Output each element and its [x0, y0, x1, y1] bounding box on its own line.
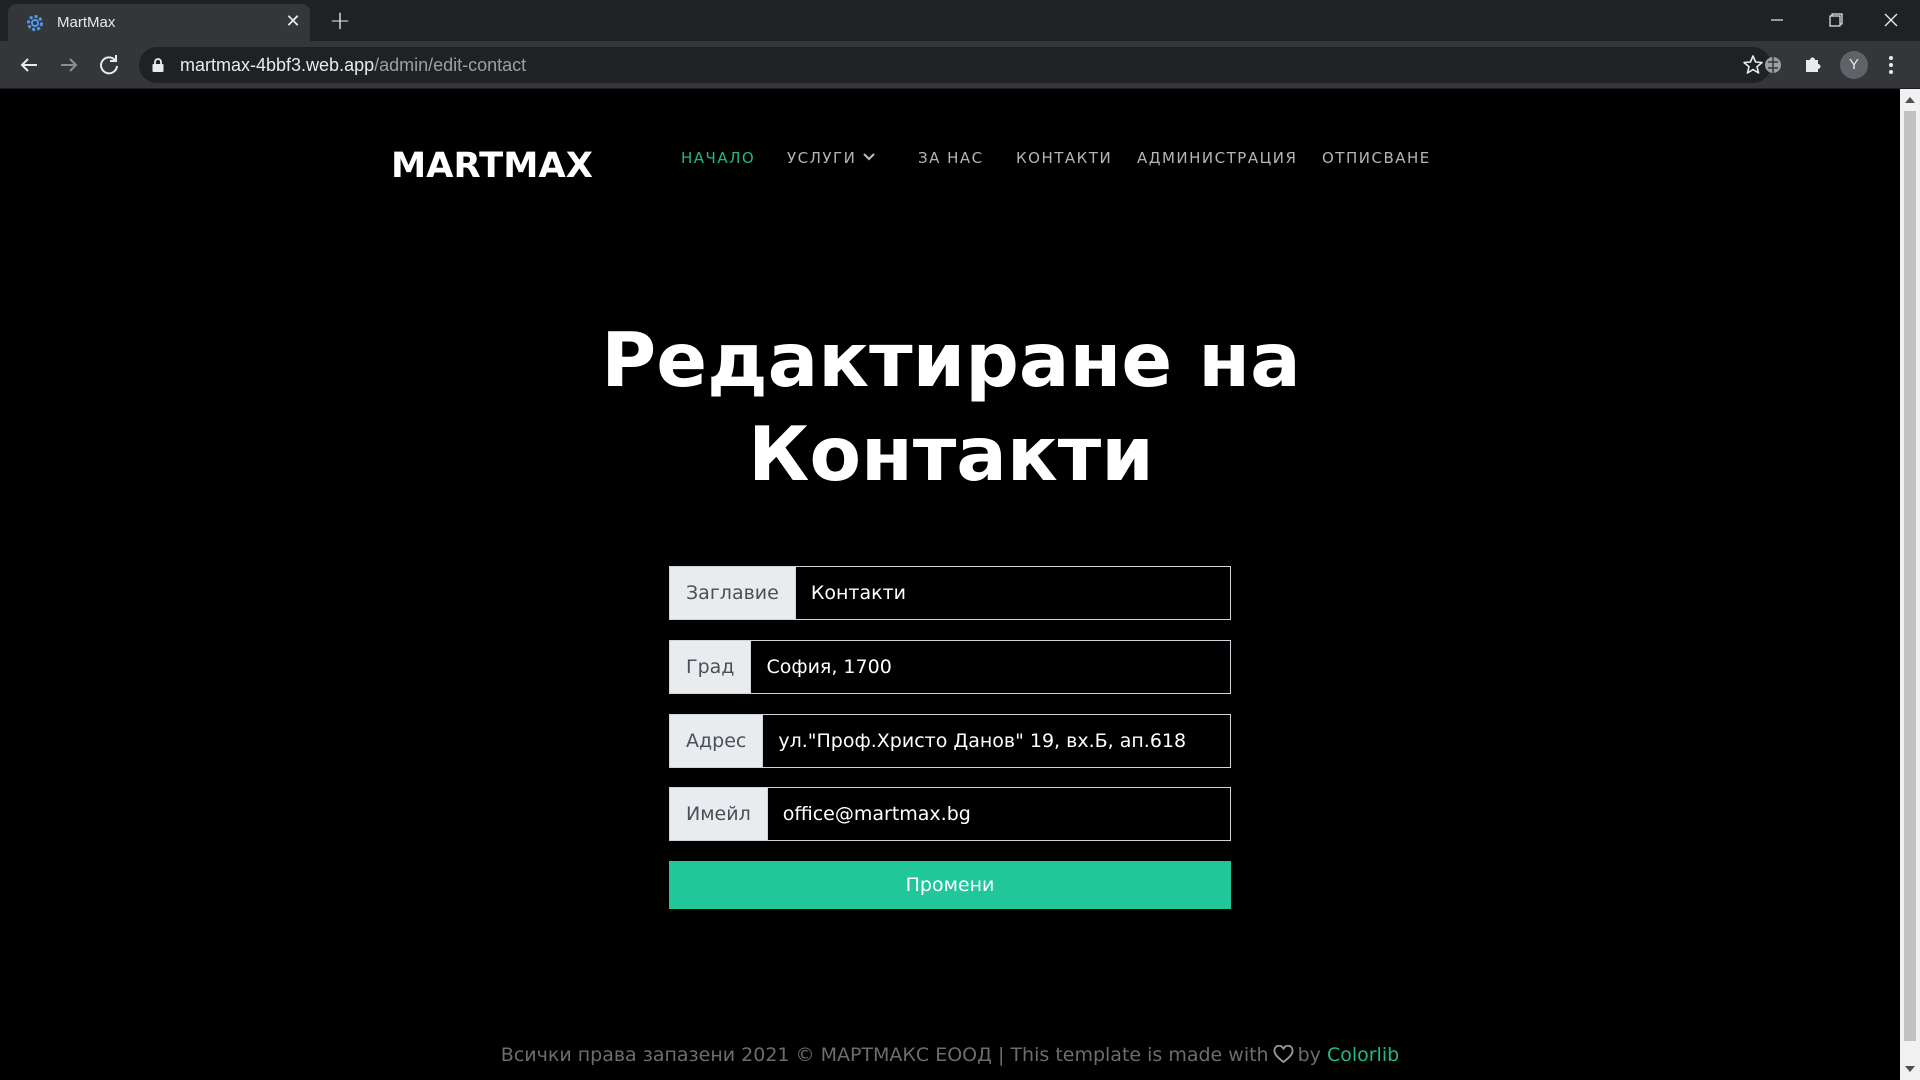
- url-text: martmax-4bbf3.web.app/admin/edit-contact: [180, 55, 526, 76]
- title-field-label: Заглавие: [670, 567, 796, 619]
- nav-admin[interactable]: АДМИНИСТРАЦИЯ: [1137, 149, 1297, 179]
- close-tab-icon[interactable]: ✕: [283, 12, 303, 32]
- gear-favicon-icon: [27, 15, 43, 31]
- browser-tab[interactable]: MartMax ✕: [8, 4, 310, 41]
- logo-text: MARTMAX: [391, 146, 593, 183]
- new-tab-icon[interactable]: +: [326, 8, 354, 36]
- address-input[interactable]: [763, 715, 1230, 767]
- city-input[interactable]: [751, 641, 1230, 693]
- lock-icon[interactable]: [151, 57, 165, 73]
- puzzle-icon[interactable]: [1799, 51, 1827, 79]
- reload-icon[interactable]: [95, 51, 123, 79]
- forward-icon[interactable]: [55, 51, 83, 79]
- browser-toolbar: martmax-4bbf3.web.app/admin/edit-contact…: [0, 41, 1920, 89]
- minimize-icon[interactable]: [1757, 6, 1797, 34]
- nav-contacts[interactable]: КОНТАКТИ: [1016, 149, 1112, 179]
- tab-title: MartMax: [57, 14, 116, 31]
- submit-button[interactable]: Промени: [669, 861, 1231, 909]
- footer: Всички права запазени 2021 © МАРТМАКС ЕО…: [0, 1044, 1900, 1066]
- url-path: /admin/edit-contact: [374, 55, 527, 75]
- extension-icon[interactable]: [1759, 51, 1787, 79]
- city-field-label: Град: [670, 641, 752, 693]
- email-input[interactable]: [767, 788, 1230, 840]
- colorlib-link[interactable]: Colorlib: [1327, 1044, 1399, 1066]
- menu-icon[interactable]: [1883, 51, 1899, 79]
- profile-avatar[interactable]: Y: [1840, 51, 1868, 79]
- nav-services-label: УСЛУГИ: [787, 149, 857, 167]
- chevron-down-icon: [863, 153, 876, 161]
- url-host: martmax-4bbf3.web.app: [180, 55, 375, 75]
- page-viewport: MARTMAX НАЧАЛО УСЛУГИ ЗА НАС КОНТАКТИ АД…: [0, 89, 1900, 1080]
- scroll-thumb[interactable]: [1904, 111, 1916, 1041]
- restore-icon[interactable]: [1815, 6, 1855, 34]
- back-icon[interactable]: [15, 51, 43, 79]
- browser-titlebar: MartMax ✕ +: [0, 0, 1920, 41]
- scroll-down-icon[interactable]: [1905, 1066, 1915, 1072]
- email-field-group: Имейл: [669, 787, 1231, 841]
- page-title-line2: Контакти: [748, 410, 1154, 498]
- city-field-group: Град: [669, 640, 1231, 694]
- nav-services[interactable]: УСЛУГИ: [787, 149, 876, 179]
- address-bar[interactable]: martmax-4bbf3.web.app/admin/edit-contact: [139, 47, 1771, 83]
- scroll-up-icon[interactable]: [1905, 97, 1915, 103]
- title-field-group: Заглавие: [669, 566, 1231, 620]
- page-scrollbar[interactable]: [1900, 89, 1920, 1080]
- email-field-label: Имейл: [670, 788, 768, 840]
- footer-copyright: Всички права запазени 2021 © МАРТМАКС ЕО…: [500, 1044, 1269, 1066]
- close-window-icon[interactable]: [1871, 6, 1911, 34]
- nav-home[interactable]: НАЧАЛО: [681, 149, 755, 179]
- address-field-label: Адрес: [670, 715, 764, 767]
- title-input[interactable]: [795, 567, 1230, 619]
- page-title-line1: Редактиране на: [601, 316, 1301, 404]
- martmax-logo[interactable]: MARTMAX: [391, 145, 593, 183]
- nav-unsubscribe[interactable]: ОТПИСВАНЕ: [1322, 149, 1431, 179]
- footer-by: by: [1297, 1044, 1321, 1066]
- heart-icon: [1273, 1045, 1293, 1064]
- address-field-group: Адрес: [669, 714, 1231, 768]
- nav-about[interactable]: ЗА НАС: [918, 149, 984, 179]
